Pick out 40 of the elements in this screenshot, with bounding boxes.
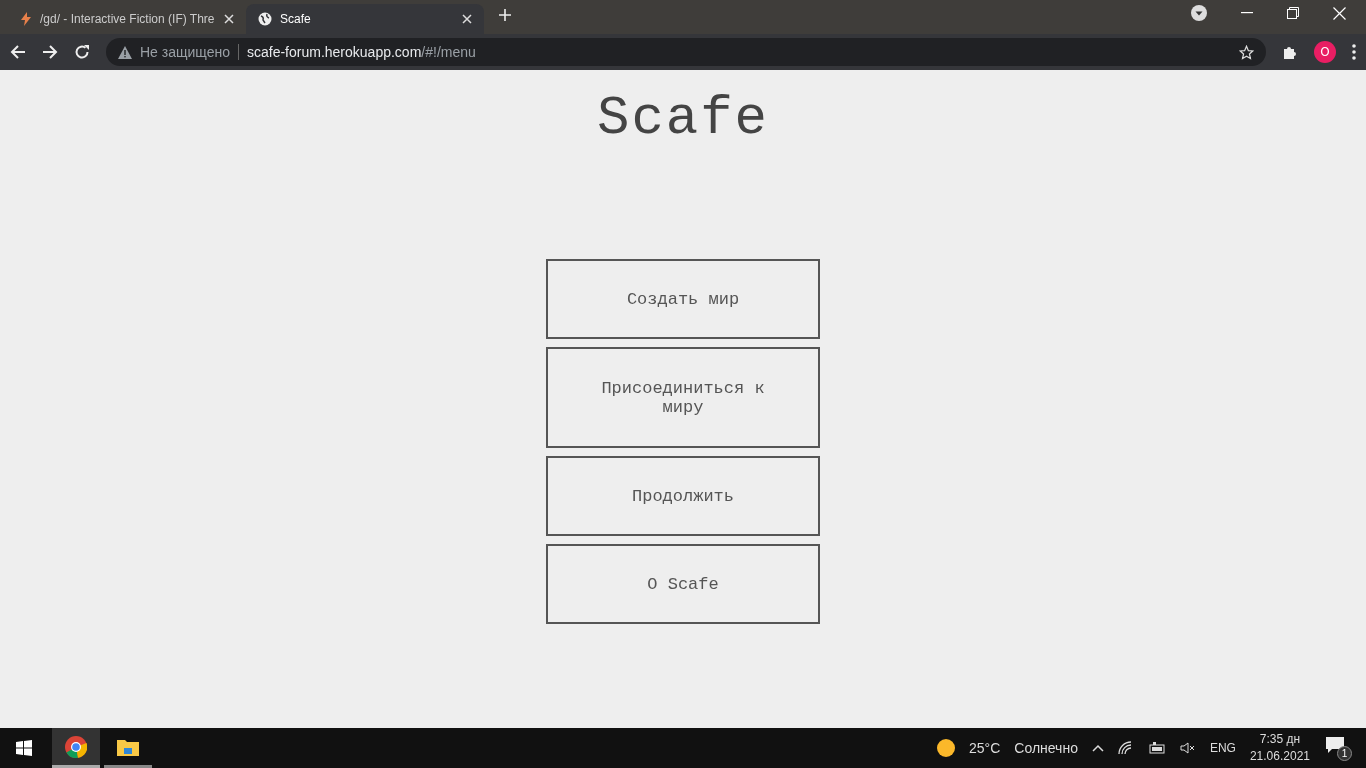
- menu-button[interactable]: Присоединиться к миру: [546, 347, 820, 448]
- browser-logo-icon: [65, 735, 87, 758]
- folder-icon: [117, 737, 139, 756]
- star-icon[interactable]: [1239, 44, 1254, 60]
- sun-icon: [937, 739, 955, 757]
- warning-icon: [118, 45, 132, 59]
- wifi-icon[interactable]: [1117, 741, 1134, 755]
- profile-avatar[interactable]: O: [1314, 41, 1336, 63]
- clock[interactable]: 7:35 дн 21.06.2021: [1249, 731, 1310, 765]
- globe-icon: [258, 12, 272, 26]
- menu-button[interactable]: О Scafe: [546, 544, 820, 624]
- menu-button[interactable]: Создать мир: [546, 259, 820, 339]
- address-bar[interactable]: Не защищено scafe-forum.herokuapp.com/#!/menu: [106, 38, 1266, 66]
- new-tab-icon[interactable]: [498, 8, 512, 22]
- more-icon[interactable]: [1352, 44, 1356, 60]
- puzzle-icon[interactable]: [1282, 44, 1298, 60]
- browser-tab[interactable]: /gd/ - Interactive Fiction (IF) Thre: [8, 4, 246, 34]
- browser-tab[interactable]: Scafe: [246, 4, 484, 34]
- battery-icon[interactable]: [1147, 742, 1166, 754]
- muted-speaker-icon[interactable]: [1179, 742, 1196, 754]
- close-icon[interactable]: [224, 14, 234, 24]
- minimize-icon[interactable]: [1241, 12, 1253, 14]
- chevron-up-icon[interactable]: [1091, 744, 1104, 752]
- lightning-icon: [20, 12, 32, 26]
- message-icon: [1326, 737, 1344, 753]
- forward-icon[interactable]: [42, 44, 58, 60]
- tab-search-icon[interactable]: [1191, 5, 1207, 21]
- weather-condition: Солнечно: [1014, 740, 1078, 756]
- page-title: Scafe: [597, 88, 769, 149]
- taskbar-app[interactable]: [52, 728, 100, 768]
- close-icon[interactable]: [462, 14, 472, 24]
- weather-temperature: 25°C: [969, 740, 1001, 756]
- notification-button[interactable]: 1: [1324, 735, 1352, 761]
- language-indicator[interactable]: ENG: [1209, 741, 1236, 755]
- reload-icon[interactable]: [74, 44, 90, 60]
- notification-count: 1: [1337, 746, 1352, 761]
- back-icon[interactable]: [10, 44, 26, 60]
- restore-icon[interactable]: [1287, 7, 1299, 19]
- windows-icon[interactable]: [16, 740, 32, 756]
- menu-button[interactable]: Продолжить: [546, 456, 820, 536]
